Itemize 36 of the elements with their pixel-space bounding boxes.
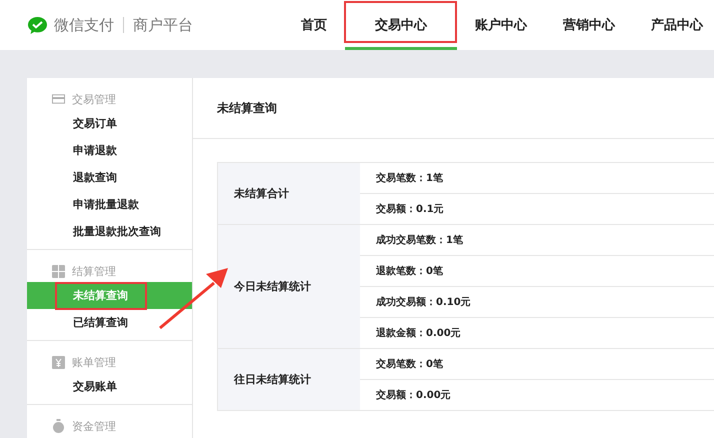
table-cell: 退款笔数：0笔 bbox=[360, 256, 714, 287]
nav-tab[interactable]: 首页 bbox=[283, 0, 345, 50]
annotation-arrow bbox=[158, 266, 230, 332]
page-title: 未结算查询 bbox=[193, 78, 714, 139]
sidebar-item[interactable]: 交易账单 bbox=[27, 373, 192, 400]
brand-name: 微信支付 bbox=[54, 16, 114, 34]
sidebar-item[interactable]: 已结算查询 bbox=[27, 309, 192, 336]
platform-name: 商户平台 bbox=[133, 16, 193, 34]
money-bag-icon bbox=[52, 419, 65, 433]
group-title: 结算管理 bbox=[72, 264, 116, 278]
nav-tab[interactable]: 营销中心 bbox=[545, 0, 633, 50]
sidebar-item[interactable]: 申请批量退款 bbox=[27, 191, 192, 218]
sidebar-item[interactable]: 申请退款 bbox=[27, 137, 192, 164]
group-title: 账单管理 bbox=[72, 354, 116, 370]
table-cell-text: 交易额：0.00元 bbox=[375, 388, 452, 403]
group-title: 资金管理 bbox=[72, 418, 116, 434]
sidebar-item[interactable]: 退款查询 bbox=[27, 164, 192, 191]
yuan-icon bbox=[52, 356, 65, 368]
table-cell: 交易笔数：1笔 bbox=[360, 163, 714, 194]
row-label: 今日未结算统计 bbox=[218, 225, 360, 348]
nav-tab[interactable]: 交易中心 bbox=[345, 0, 457, 50]
chat-bubble-check-icon bbox=[27, 16, 48, 34]
nav-tab[interactable]: 账户中心 bbox=[457, 0, 545, 50]
table-cell: 成功交易笔数：1笔 bbox=[360, 225, 714, 256]
card-icon bbox=[52, 94, 65, 104]
table-cell: 成功交易额：0.10元 bbox=[360, 287, 714, 318]
sidebar-item[interactable]: 交易订单 bbox=[27, 110, 192, 137]
table-cell: 交易笔数：0笔 bbox=[360, 349, 714, 380]
table-cell-text: 交易额：0.1元 bbox=[375, 202, 445, 217]
nav-tab[interactable]: 产品中心 bbox=[633, 0, 714, 50]
group-title: 交易管理 bbox=[72, 92, 116, 106]
sidebar-item[interactable]: 批量退款批次查询 bbox=[27, 218, 192, 245]
grid-icon bbox=[52, 264, 65, 278]
table-cell-text: 退款金额：0.00元 bbox=[375, 326, 462, 341]
row-label: 未结算合计 bbox=[218, 163, 360, 224]
row-label: 往日未结算统计 bbox=[218, 349, 360, 410]
